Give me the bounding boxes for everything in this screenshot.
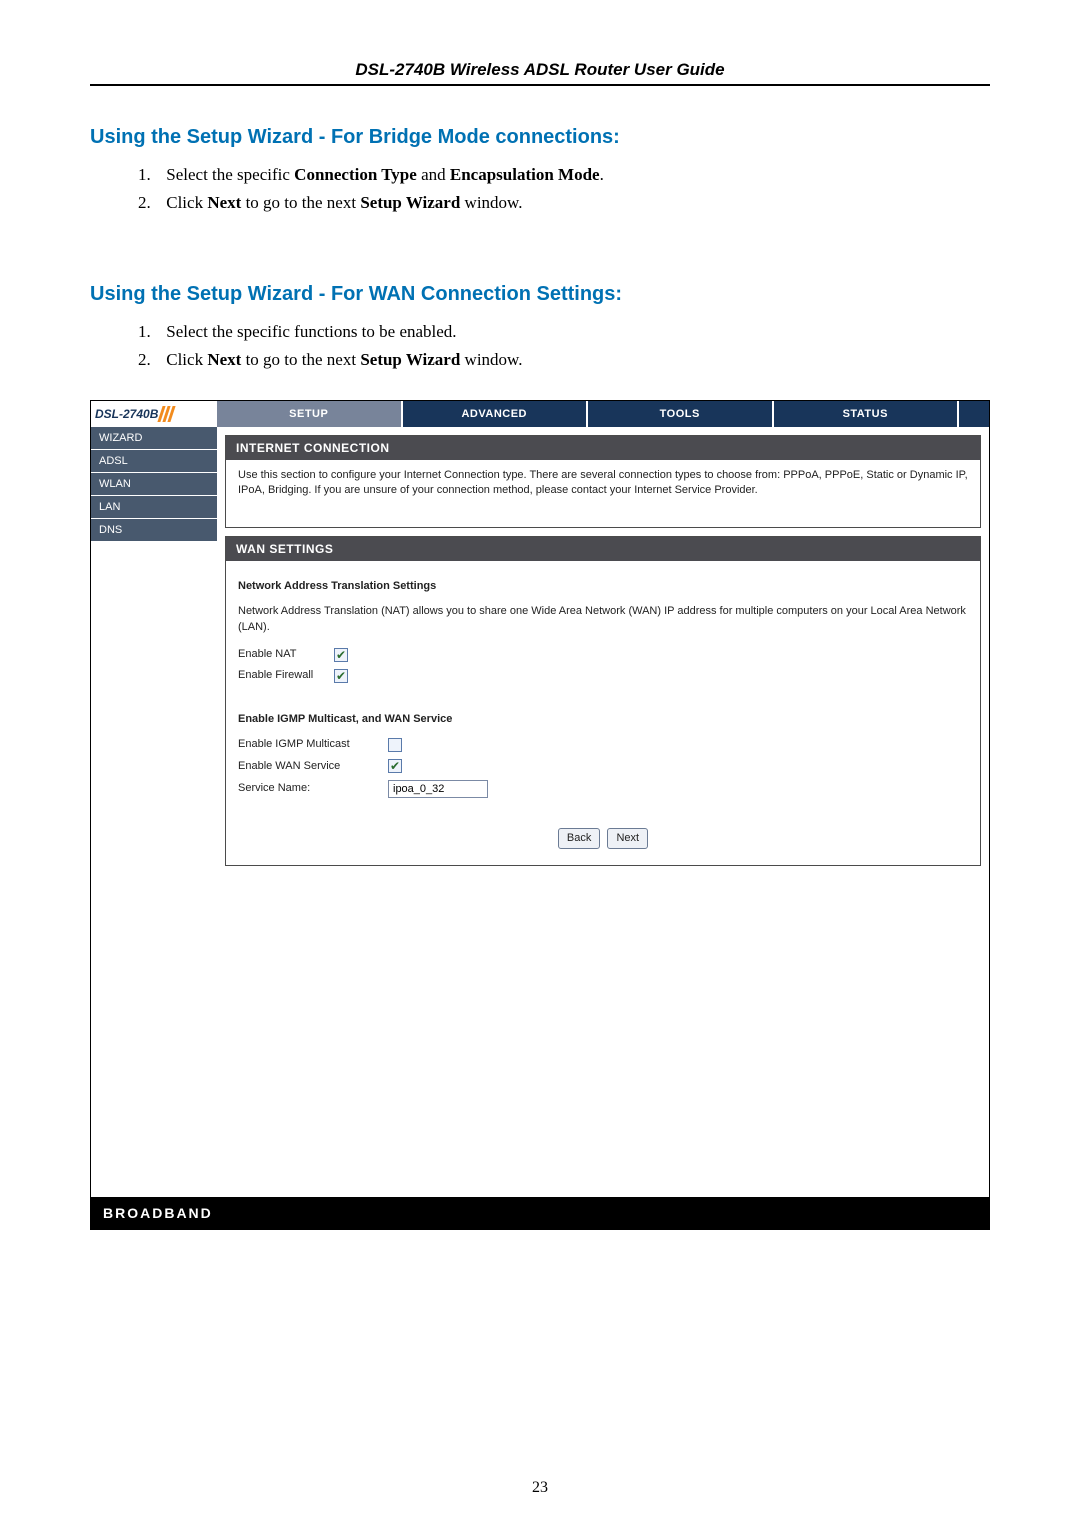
enable-firewall-checkbox[interactable] — [334, 669, 348, 683]
button-row: Back Next — [238, 828, 968, 849]
left-nav: WIZARD ADSL WLAN LAN DNS — [91, 427, 217, 1197]
section2-heading: Using the Setup Wizard - For WAN Connect… — [90, 283, 990, 306]
step-num: 1. — [138, 165, 162, 185]
step: 2. Click Next to go to the next Setup Wi… — [138, 193, 990, 213]
step-text: Click — [166, 193, 207, 212]
step: 1. Select the specific functions to be e… — [138, 322, 990, 342]
step: 1. Select the specific Connection Type a… — [138, 165, 990, 185]
ui-body: WIZARD ADSL WLAN LAN DNS INTERNET CONNEC… — [91, 427, 989, 1197]
step-bold: Setup Wizard — [360, 350, 460, 369]
guide-header: DSL-2740B Wireless ADSL Router User Guid… — [90, 60, 990, 86]
panel-desc: Use this section to configure your Inter… — [238, 468, 968, 499]
step-text: window. — [460, 350, 522, 369]
step-text: to go to the next — [241, 193, 360, 212]
enable-nat-row: Enable NAT — [238, 647, 968, 662]
enable-firewall-row: Enable Firewall — [238, 668, 968, 683]
service-name-row: Service Name: — [238, 780, 968, 798]
tab-advanced[interactable]: ADVANCED — [403, 401, 589, 427]
step-text: Select the specific — [166, 165, 294, 184]
panel-body: Network Address Translation Settings Net… — [226, 561, 980, 850]
service-name-input[interactable] — [388, 780, 488, 798]
back-button[interactable]: Back — [558, 828, 600, 849]
content-area: INTERNET CONNECTION Use this section to … — [217, 427, 989, 1197]
step-num: 2. — [138, 193, 162, 213]
next-button[interactable]: Next — [607, 828, 648, 849]
step-bold: Encapsulation Mode — [450, 165, 600, 184]
top-row: DSL-2740B SETUP ADVANCED TOOLS STATUS — [91, 401, 989, 427]
page-number: 23 — [0, 1479, 1080, 1497]
sidebar-item-adsl[interactable]: ADSL — [91, 449, 217, 472]
sidebar-item-wlan[interactable]: WLAN — [91, 472, 217, 495]
step-text: . — [600, 165, 604, 184]
panel-header: INTERNET CONNECTION — [226, 436, 980, 460]
enable-wan-label: Enable WAN Service — [238, 759, 388, 774]
enable-igmp-label: Enable IGMP Multicast — [238, 737, 388, 752]
service-name-label: Service Name: — [238, 781, 388, 796]
enable-igmp-checkbox[interactable] — [388, 738, 402, 752]
step-bold: Connection Type — [294, 165, 417, 184]
step-text: to go to the next — [241, 350, 360, 369]
logo-text: DSL-2740B — [95, 407, 158, 421]
step: 2. Click Next to go to the next Setup Wi… — [138, 350, 990, 370]
topnav-spacer — [959, 401, 989, 427]
nat-desc: Network Address Translation (NAT) allows… — [238, 604, 968, 635]
step-bold: Next — [207, 193, 241, 212]
router-ui-screenshot: DSL-2740B SETUP ADVANCED TOOLS STATUS WI… — [90, 400, 990, 1230]
sidebar-item-lan[interactable]: LAN — [91, 495, 217, 518]
enable-firewall-label: Enable Firewall — [238, 668, 334, 683]
tab-status[interactable]: STATUS — [774, 401, 960, 427]
enable-wan-row: Enable WAN Service — [238, 759, 968, 774]
section2-steps: 1. Select the specific functions to be e… — [138, 322, 990, 370]
internet-connection-panel: INTERNET CONNECTION Use this section to … — [225, 435, 981, 528]
enable-wan-checkbox[interactable] — [388, 759, 402, 773]
section1-steps: 1. Select the specific Connection Type a… — [138, 165, 990, 213]
step-bold: Next — [207, 350, 241, 369]
logo-bars-icon — [160, 406, 173, 422]
section1-heading: Using the Setup Wizard - For Bridge Mode… — [90, 126, 990, 149]
step-num: 2. — [138, 350, 162, 370]
tab-tools[interactable]: TOOLS — [588, 401, 774, 427]
step-text: Click — [166, 350, 207, 369]
tab-setup[interactable]: SETUP — [217, 401, 403, 427]
wan-settings-panel: WAN SETTINGS Network Address Translation… — [225, 536, 981, 867]
panel-header: WAN SETTINGS — [226, 537, 980, 561]
step-text: and — [417, 165, 450, 184]
footer-bar: BROADBAND — [91, 1197, 989, 1229]
enable-nat-label: Enable NAT — [238, 647, 334, 662]
step-text: window. — [460, 193, 522, 212]
enable-igmp-row: Enable IGMP Multicast — [238, 737, 968, 752]
top-nav: SETUP ADVANCED TOOLS STATUS — [217, 401, 989, 427]
panel-body: Use this section to configure your Inter… — [226, 460, 980, 499]
step-text: Select the specific functions to be enab… — [166, 322, 456, 341]
step-bold: Setup Wizard — [360, 193, 460, 212]
step-num: 1. — [138, 322, 162, 342]
sidebar-item-wizard[interactable]: WIZARD — [91, 427, 217, 449]
enable-nat-checkbox[interactable] — [334, 648, 348, 662]
igmp-heading: Enable IGMP Multicast, and WAN Service — [238, 712, 968, 727]
nat-heading: Network Address Translation Settings — [238, 579, 968, 594]
logo-cell: DSL-2740B — [91, 401, 217, 427]
sidebar-item-dns[interactable]: DNS — [91, 518, 217, 541]
